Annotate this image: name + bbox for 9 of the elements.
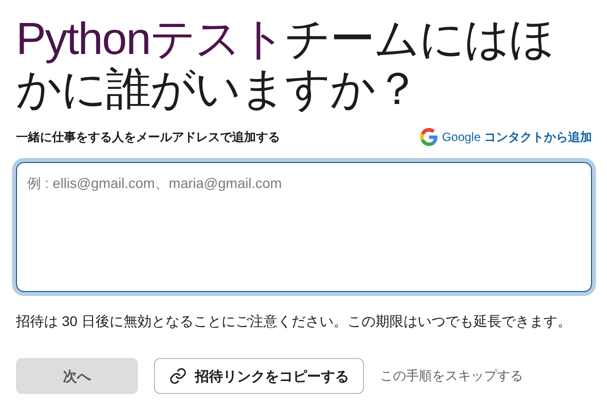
heading: Pythonテスト チームにはほかに誰がいますか？ bbox=[16, 14, 556, 114]
google-icon bbox=[420, 128, 438, 146]
expiry-note: 招待は 30 日後に無効となることにご注意ください。この期限はいつでも延長できます。 bbox=[16, 312, 572, 331]
link-icon bbox=[169, 367, 187, 385]
field-label: 一緒に仕事をする人をメールアドレスで追加する bbox=[16, 129, 280, 146]
skip-link[interactable]: この手順をスキップする bbox=[380, 366, 523, 386]
email-field[interactable]: 例 : ellis@gmail.com、maria@gmail.com bbox=[16, 162, 592, 292]
copy-invite-link-button[interactable]: 招待リンクをコピーする bbox=[154, 358, 364, 394]
google-contacts-link[interactable]: Google コンタクトから追加 bbox=[420, 128, 592, 146]
